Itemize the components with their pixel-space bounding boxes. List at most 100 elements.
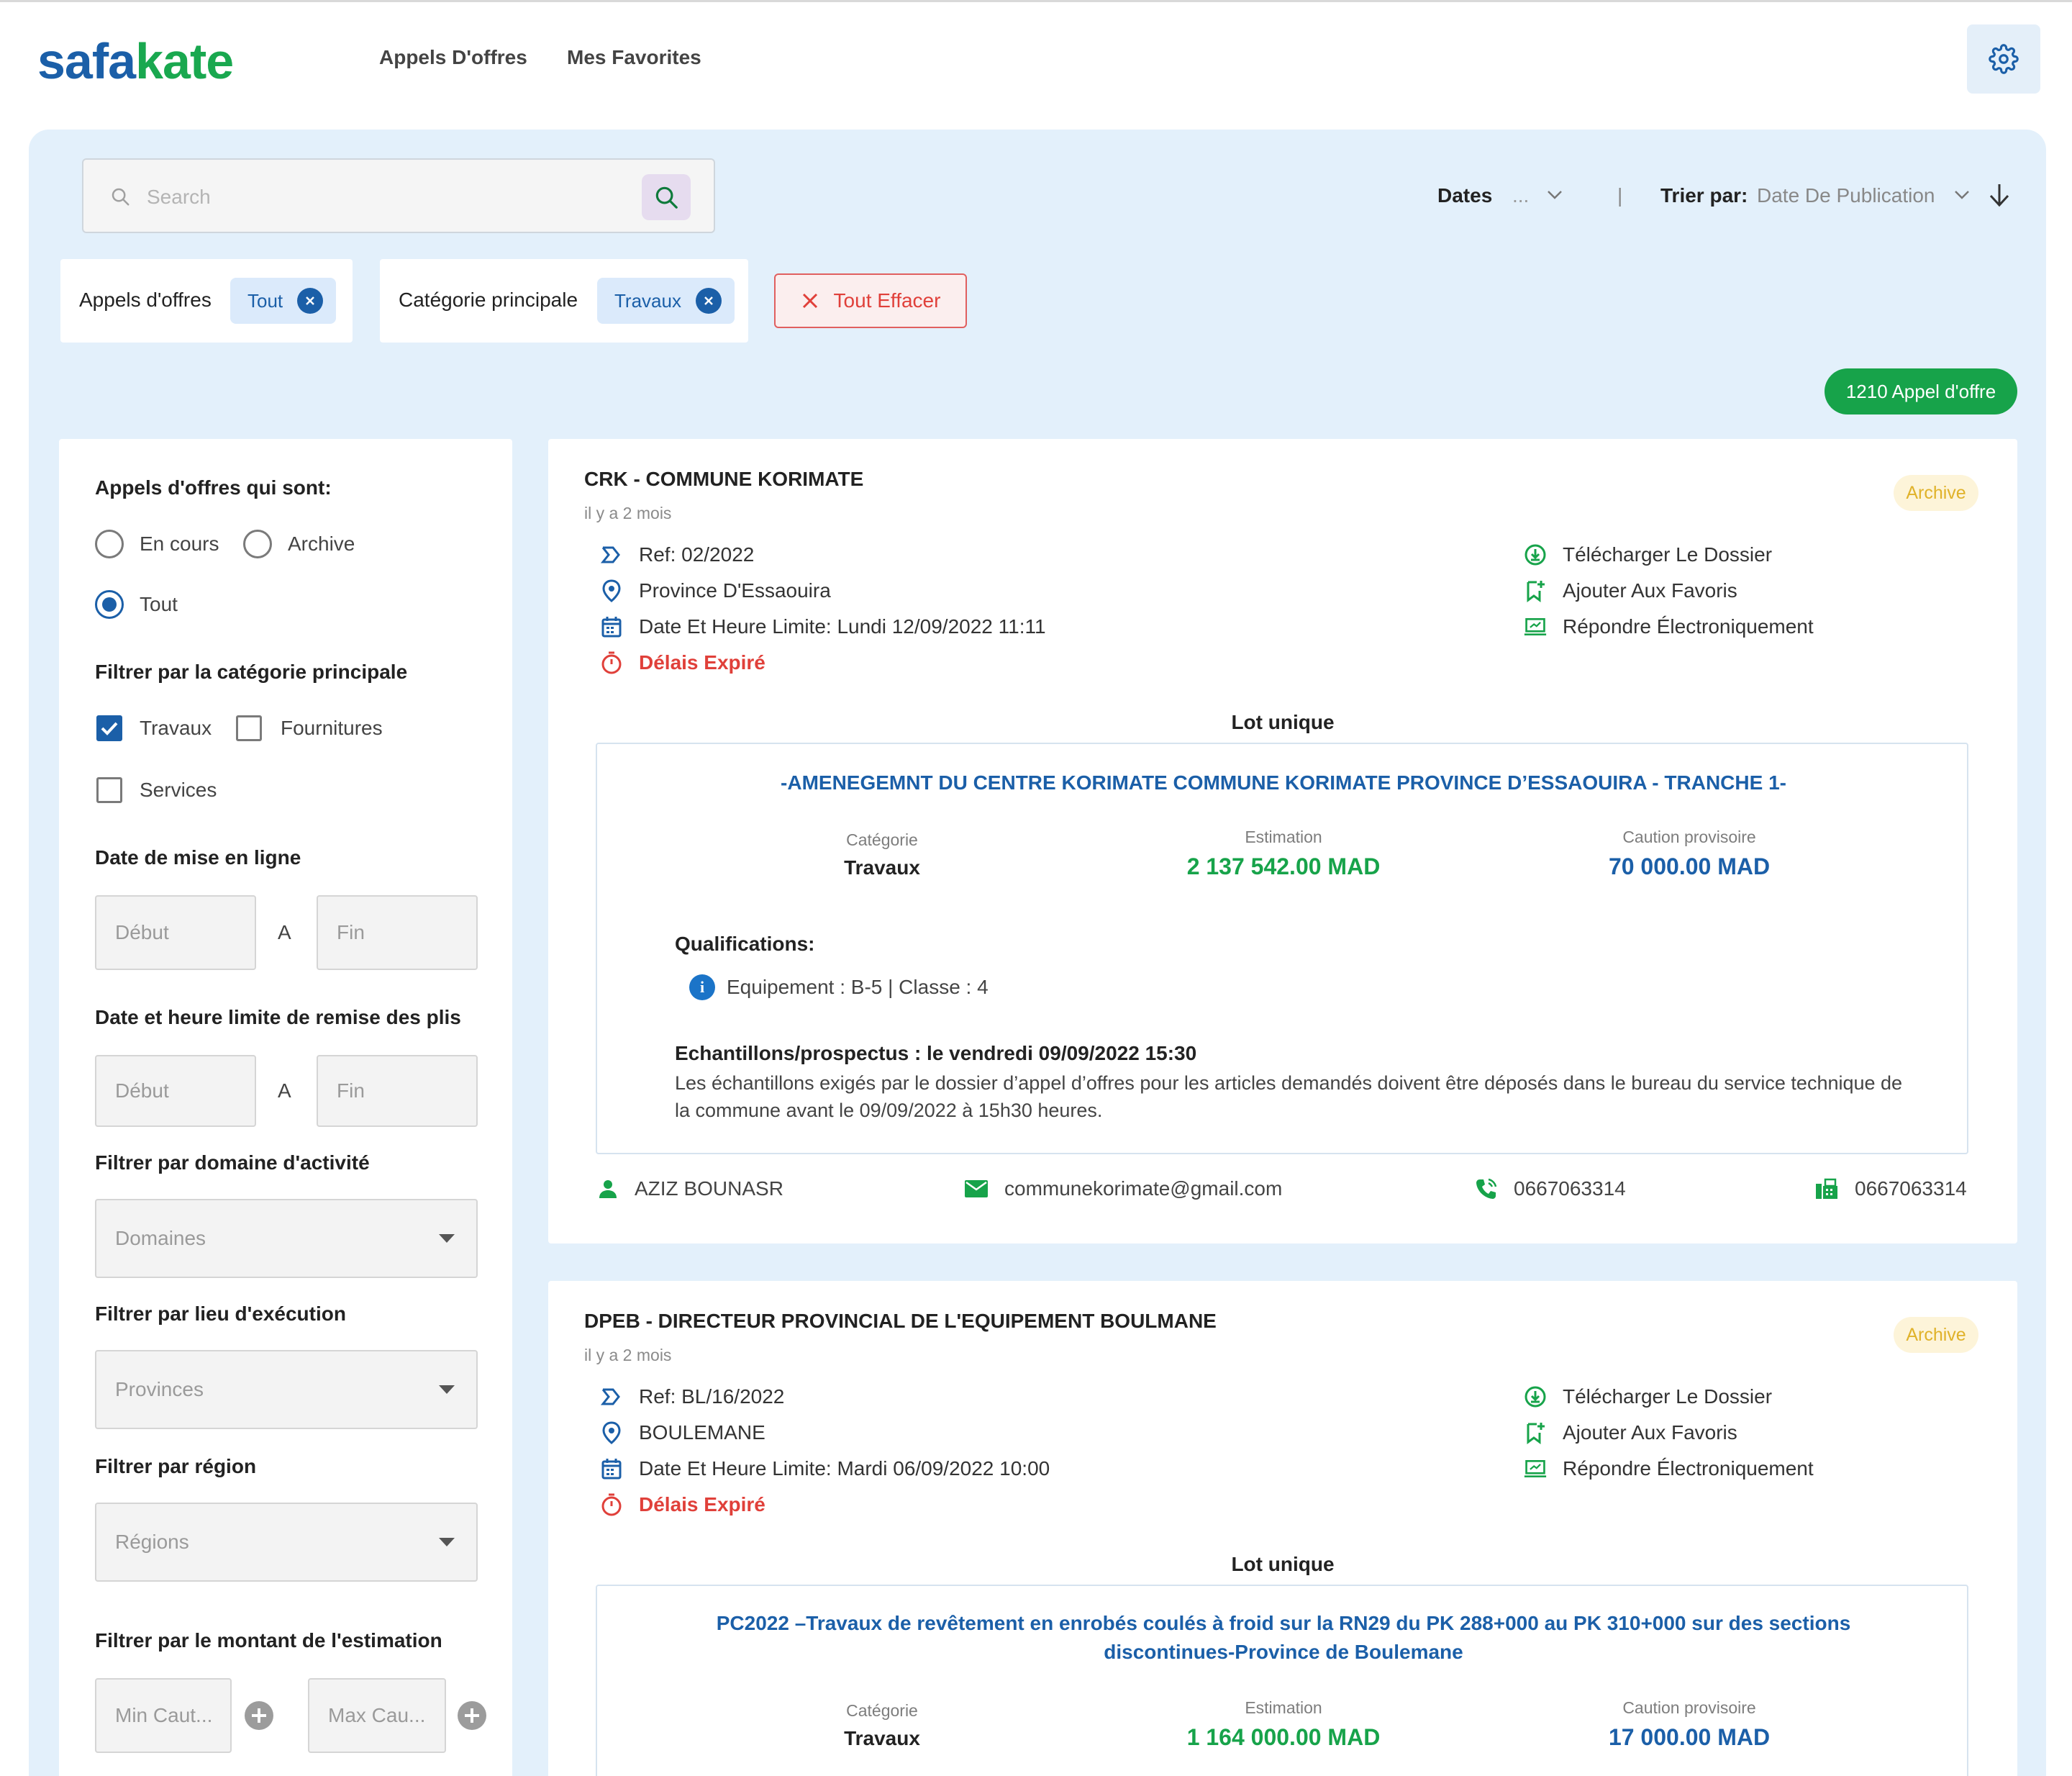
- nav-mes-favorites[interactable]: Mes Favorites: [567, 46, 701, 69]
- filter-chip-appels: Appels d'offres Tout: [60, 259, 353, 343]
- caution-label: Caution provisoire: [1622, 1698, 1756, 1717]
- nav-appels-doffres[interactable]: Appels D'offres: [379, 46, 527, 69]
- tender-title[interactable]: DPEB - DIRECTEUR PROVINCIAL DE L'EQUIPEM…: [584, 1310, 1217, 1333]
- filter-chip-value[interactable]: Tout: [230, 278, 337, 324]
- top-border: [0, 0, 2072, 2]
- radio-en-cours[interactable]: [95, 530, 124, 558]
- lot-heading-line2[interactable]: discontinues-Province de Boulemane: [597, 1638, 1970, 1667]
- estimation-label: Estimation: [1245, 828, 1322, 846]
- caution-value: 70 000.00 MAD: [1608, 853, 1771, 879]
- location-filter-title: Filtrer par lieu d'exécution: [95, 1302, 346, 1325]
- remove-filter-icon[interactable]: [695, 288, 722, 314]
- sort-divider: |: [1617, 184, 1623, 207]
- checkbox-label: Travaux: [140, 717, 212, 739]
- add-favorite-link[interactable]: Ajouter Aux Favoris: [1524, 579, 1737, 603]
- dates-value[interactable]: ...: [1512, 184, 1529, 207]
- download-icon: [1525, 1386, 1546, 1408]
- caret-down-icon: [439, 1234, 455, 1243]
- clear-all-button[interactable]: Tout Effacer: [774, 273, 967, 328]
- lot-heading[interactable]: PC2022 –Travaux de revêtement en enrobés…: [597, 1609, 1970, 1638]
- chevron-down-icon[interactable]: [1545, 189, 1564, 201]
- download-dossier-link[interactable]: Télécharger Le Dossier: [1524, 543, 1772, 567]
- tender-deadline: Date Et Heure Limite: Lundi 12/09/2022 1…: [600, 615, 1046, 639]
- location-pin-icon: [602, 579, 621, 602]
- min-caution-input[interactable]: Min Caut...: [95, 1678, 232, 1753]
- tender-ref: Ref: BL/16/2022: [600, 1385, 784, 1409]
- contact-phone[interactable]: 0667063314: [1475, 1177, 1626, 1200]
- respond-electronically-link[interactable]: Répondre Électroniquement: [1524, 615, 1814, 639]
- max-caution-input[interactable]: Max Cau...: [308, 1678, 446, 1753]
- tender-deadline: Date Et Heure Limite: Mardi 06/09/2022 1…: [600, 1456, 1050, 1481]
- region-select[interactable]: Régions: [95, 1503, 478, 1582]
- info-icon: i: [689, 974, 715, 1000]
- filter-chip-value[interactable]: Travaux: [597, 278, 735, 324]
- tender-location: BOULEMANE: [600, 1421, 765, 1445]
- ref-icon: [601, 1388, 620, 1405]
- search-placeholder: Search: [147, 186, 211, 208]
- arrow-down-icon[interactable]: [1987, 181, 2012, 209]
- checkbox-fournitures[interactable]: [236, 715, 262, 741]
- date-deadline-title: Date et heure limite de remise des plis: [95, 1006, 461, 1028]
- add-min-icon[interactable]: [245, 1701, 273, 1730]
- radio-tout[interactable]: [95, 590, 124, 619]
- tender-title[interactable]: CRK - COMMUNE KORIMATE: [584, 468, 863, 491]
- add-favorite-link[interactable]: Ajouter Aux Favoris: [1524, 1421, 1737, 1445]
- category-label: Catégorie: [846, 830, 918, 849]
- contact-name: AZIZ BOUNASR: [597, 1177, 783, 1200]
- date-online-title: Date de mise en ligne: [95, 846, 301, 869]
- tender-expired: Délais Expiré: [600, 1492, 765, 1517]
- caret-down-icon: [439, 1538, 455, 1546]
- tender-date: il y a 2 mois: [584, 1346, 672, 1364]
- checkbox-services[interactable]: [96, 777, 122, 803]
- qualifications-title: Qualifications:: [675, 933, 815, 955]
- date-online-start-input[interactable]: Début: [95, 895, 256, 970]
- lot-title: Lot unique: [1231, 1553, 1335, 1575]
- settings-button[interactable]: [1967, 24, 2040, 94]
- download-dossier-link[interactable]: Télécharger Le Dossier: [1524, 1385, 1772, 1409]
- date-deadline-end-input[interactable]: Fin: [317, 1055, 478, 1127]
- category-label: Catégorie: [846, 1701, 918, 1720]
- search-icon: [112, 188, 130, 206]
- phone-icon: [1476, 1178, 1497, 1199]
- qualification-item: i Equipement : B-5 | Classe : 4: [689, 974, 989, 1000]
- domain-select[interactable]: Domaines: [95, 1199, 478, 1278]
- estimation-value: 1 164 000.00 MAD: [1186, 1724, 1381, 1750]
- province-select[interactable]: Provinces: [95, 1350, 478, 1429]
- search-input[interactable]: Search: [82, 158, 715, 233]
- search-button[interactable]: [642, 174, 691, 220]
- fax-icon: [1816, 1178, 1837, 1199]
- calendar-icon: [601, 617, 622, 638]
- dates-label: Dates: [1437, 184, 1493, 207]
- safakate-logo[interactable]: safakate: [37, 36, 234, 86]
- contact-email[interactable]: communekorimate@gmail.com: [964, 1177, 1282, 1200]
- estimation-filter-title: Filtrer par le montant de l'estimation: [95, 1629, 442, 1652]
- status-badge: Archive: [1894, 1317, 1978, 1353]
- person-icon: [599, 1180, 617, 1198]
- contact-fax: 0667063314: [1814, 1177, 1967, 1200]
- tender-ref: Ref: 02/2022: [600, 543, 754, 567]
- filter-chip-label: Catégorie principale: [399, 289, 578, 311]
- remove-filter-icon[interactable]: [297, 288, 324, 314]
- date-online-end-input[interactable]: Fin: [317, 895, 478, 970]
- respond-electronically-link[interactable]: Répondre Électroniquement: [1524, 1456, 1814, 1481]
- lot-heading[interactable]: -AMENEGEMNT DU CENTRE KORIMATE COMMUNE K…: [597, 769, 1970, 797]
- close-icon: [802, 293, 817, 309]
- radio-label: En cours: [140, 533, 219, 555]
- radio-archive[interactable]: [243, 530, 272, 558]
- timer-icon: [601, 651, 622, 674]
- checkbox-travaux[interactable]: [96, 715, 122, 741]
- date-deadline-start-input[interactable]: Début: [95, 1055, 256, 1127]
- result-count-badge: 1210 Appel d'offre: [1825, 368, 2017, 414]
- add-max-icon[interactable]: [458, 1701, 486, 1730]
- chevron-down-icon[interactable]: [1953, 189, 1971, 201]
- laptop-icon: [1524, 1460, 1547, 1477]
- tender-card[interactable]: CRK - COMMUNE KORIMATE il y a 2 mois Arc…: [548, 439, 2017, 1243]
- tender-card[interactable]: DPEB - DIRECTEUR PROVINCIAL DE L'EQUIPEM…: [548, 1281, 2017, 1776]
- sort-value[interactable]: Date De Publication: [1757, 184, 1935, 207]
- tender-expired: Délais Expiré: [600, 651, 765, 675]
- tender-date: il y a 2 mois: [584, 504, 672, 522]
- check-icon: [101, 722, 118, 735]
- samples-title: Echantillons/prospectus : le vendredi 09…: [675, 1042, 1197, 1064]
- lot-box: PC2022 –Travaux de revêtement en enrobés…: [596, 1585, 1968, 1776]
- status-filter-title: Appels d'offres qui sont:: [95, 476, 332, 499]
